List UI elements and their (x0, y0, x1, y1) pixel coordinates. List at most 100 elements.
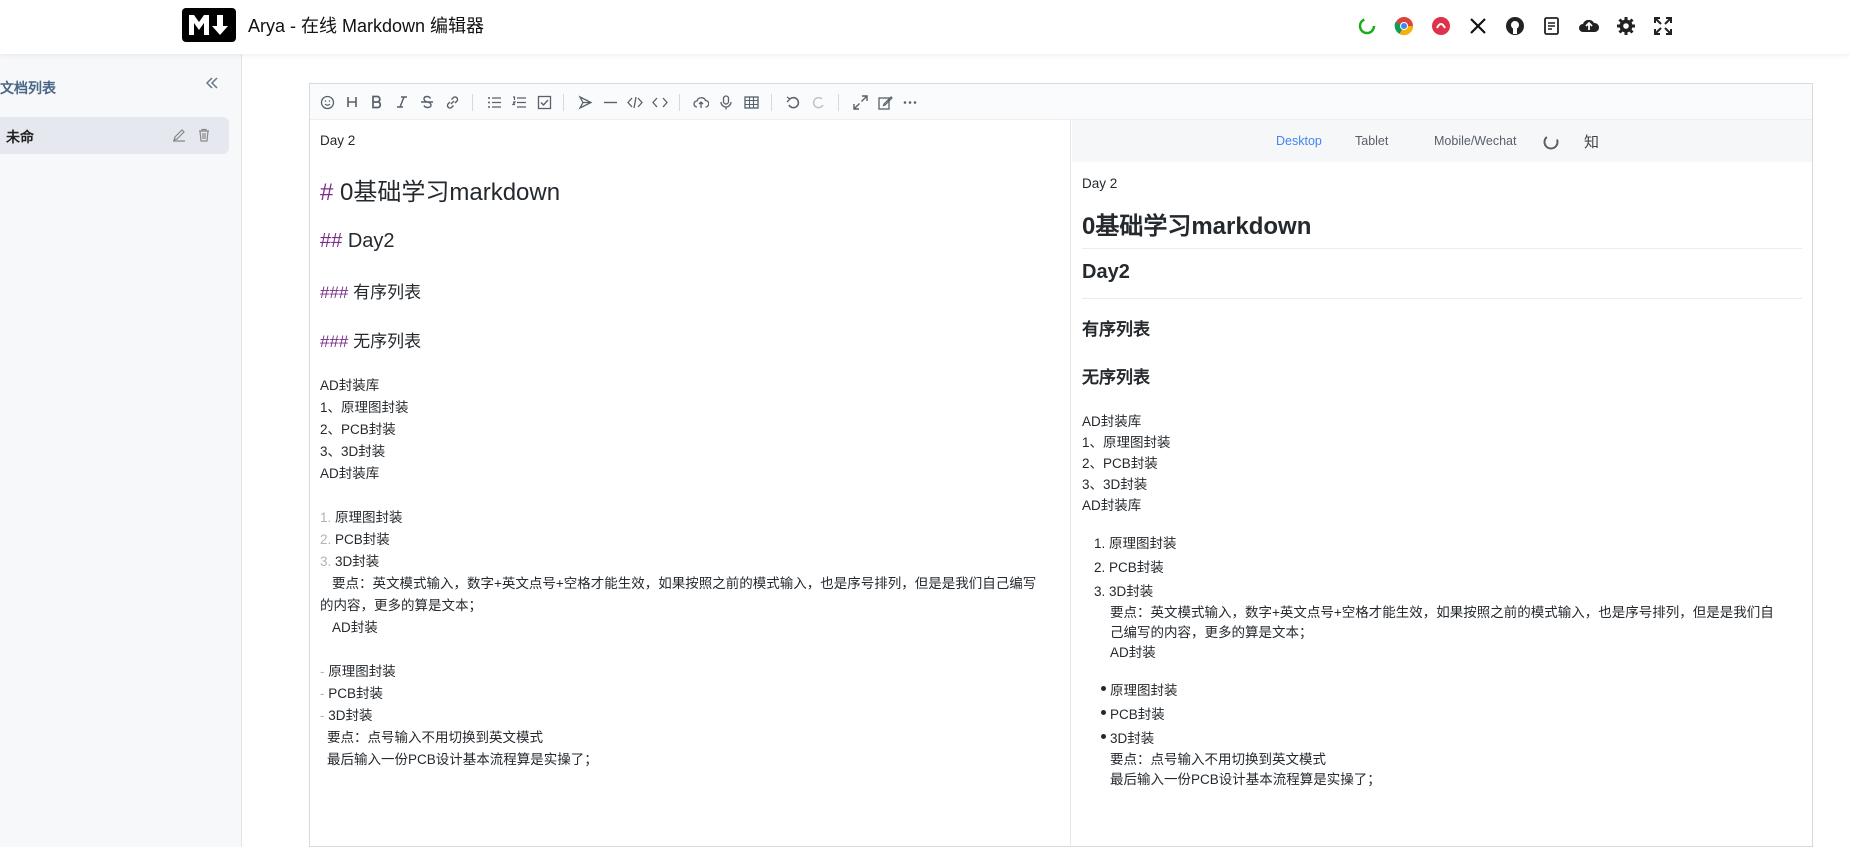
source-day-line: Day 2 (320, 133, 356, 148)
doc-list-item[interactable]: 未命 (0, 117, 229, 154)
md-hash: ### (320, 332, 349, 351)
source-note-line: AD封装 (332, 620, 378, 635)
lucky-icon[interactable] (1429, 14, 1453, 38)
sidebar-title: 文档列表 (0, 81, 56, 97)
header-icons (1355, 14, 1675, 38)
preview-note-line: 最后输入一份PCB设计基本流程算是实操了； (1110, 772, 1381, 787)
sync-icon[interactable] (1355, 14, 1379, 38)
preview-line: AD封装库 (1082, 414, 1142, 429)
ol-number: 1. (320, 510, 332, 525)
notes-icon[interactable] (1540, 14, 1564, 38)
preview-line: 2、PCB封装 (1082, 456, 1158, 471)
source-ol-line: 1. 原理图封装 (320, 506, 403, 526)
table-icon[interactable] (742, 93, 760, 111)
emoji-icon[interactable] (318, 93, 336, 111)
source-h1-text: 0基础学习markdown (340, 179, 561, 206)
more-icon[interactable] (901, 93, 919, 111)
source-line: AD封装库 (320, 378, 380, 393)
source-ul-line: - PCB封装 (320, 682, 383, 702)
link-icon[interactable] (443, 93, 461, 111)
sync-scroll-icon[interactable] (1542, 133, 1560, 156)
app-title: Arya - 在线 Markdown 编辑器 (248, 16, 485, 36)
upload-icon[interactable] (692, 93, 710, 111)
md-hash: ## (320, 230, 343, 252)
task-list-icon[interactable] (535, 93, 553, 111)
ol-number: 3. (320, 554, 332, 569)
mode-mobile-wechat[interactable]: Mobile/Wechat (1434, 134, 1516, 148)
delete-icon[interactable] (197, 127, 211, 146)
source-h3-text: 无序列表 (353, 332, 422, 351)
mode-tablet[interactable]: Tablet (1355, 134, 1388, 148)
source-note-line: 要点：点号输入不用切换到英文模式 (327, 730, 543, 745)
undo-icon[interactable] (784, 93, 802, 111)
ol-text: 原理图封装 (335, 510, 403, 525)
heading-icon[interactable] (343, 93, 361, 111)
source-note-line: 的内容，更多的算是文本； (320, 598, 482, 613)
source-h2-line: ## Day2 (320, 230, 395, 253)
source-line: 2、PCB封装 (320, 422, 396, 437)
fullscreen-icon[interactable] (1651, 14, 1675, 38)
preview-note-line: AD封装 (1110, 645, 1156, 660)
edit-mode-icon[interactable] (876, 93, 894, 111)
settings-icon[interactable] (1614, 14, 1638, 38)
redo-icon[interactable] (809, 93, 827, 111)
source-h3-line: ### 无序列表 (320, 327, 421, 352)
sidebar: 文档列表 未命 (0, 54, 242, 847)
preview-mode-bar: Desktop Tablet Mobile/Wechat 知 (1072, 120, 1812, 162)
ul-marker: - (320, 664, 325, 679)
source-ul-line: - 原理图封装 (320, 660, 396, 680)
code-icon[interactable] (626, 93, 644, 111)
x-icon[interactable] (1466, 14, 1490, 38)
ul-bullet (1101, 710, 1106, 715)
markdown-editor: Day 2 # 0基础学习markdown ## Day2 ### 有序列表 #… (309, 83, 1813, 847)
cloud-upload-icon[interactable] (1577, 14, 1601, 38)
ul-marker: - (320, 708, 325, 723)
mode-desktop[interactable]: Desktop (1276, 134, 1322, 148)
markdown-source-pane[interactable]: Day 2 # 0基础学习markdown ## Day2 ### 有序列表 #… (310, 120, 1071, 847)
preview-ul-item: 3D封装 (1110, 731, 1155, 746)
preview-line: 1、原理图封装 (1082, 435, 1171, 450)
source-h2-text: Day2 (347, 230, 395, 252)
app-header: Arya - 在线 Markdown 编辑器 (0, 0, 1850, 54)
bold-icon[interactable] (368, 93, 386, 111)
strikethrough-icon[interactable] (418, 93, 436, 111)
source-note-line: 要点：英文模式输入，数字+英文点号+空格才能生效，如果按照之前的模式输入，也是序… (332, 576, 1037, 591)
preview-note-line: 己编写的内容，更多的算是文本； (1110, 625, 1313, 640)
doc-name: 未命 (6, 130, 34, 146)
fullscreen-editor-icon[interactable] (851, 93, 869, 111)
source-h3-line: ### 有序列表 (320, 278, 421, 303)
ul-text: 3D封装 (328, 708, 373, 723)
ul-text: PCB封装 (328, 686, 384, 701)
preview-ol-item: 3. 3D封装 (1094, 584, 1154, 599)
italic-icon[interactable] (393, 93, 411, 111)
edit-icon[interactable] (172, 127, 186, 146)
md-hash: ### (320, 283, 349, 302)
markdown-logo (182, 8, 236, 42)
preview-ul-item: PCB封装 (1110, 707, 1165, 722)
h1-underline (1082, 248, 1802, 249)
ol-number: 2. (320, 532, 332, 547)
ordered-list-icon[interactable] (510, 93, 528, 111)
preview-h3: 有序列表 (1082, 320, 1150, 339)
editor-toolbar (310, 84, 1812, 120)
record-icon[interactable] (717, 93, 735, 111)
github-icon[interactable] (1503, 14, 1527, 38)
inline-code-icon[interactable] (651, 93, 669, 111)
ol-text: PCB封装 (335, 532, 390, 547)
horizontal-rule-icon[interactable] (601, 93, 619, 111)
source-ol-line: 3. 3D封装 (320, 550, 379, 570)
source-h1-line: # 0基础学习markdown (320, 172, 560, 207)
ul-text: 原理图封装 (328, 664, 396, 679)
chrome-icon[interactable] (1392, 14, 1416, 38)
collapse-sidebar-icon[interactable] (205, 76, 219, 94)
unordered-list-icon[interactable] (485, 93, 503, 111)
ul-bullet (1101, 686, 1106, 691)
ol-text: 3D封装 (335, 554, 380, 569)
ul-marker: - (320, 686, 325, 701)
preview-ol-item: 1. 原理图封装 (1094, 536, 1177, 551)
quote-icon[interactable] (576, 93, 594, 111)
source-h3-text: 有序列表 (353, 283, 422, 302)
zhihu-icon[interactable]: 知 (1584, 131, 1599, 152)
source-note-line: 最后输入一份PCB设计基本流程算是实操了； (327, 752, 598, 767)
source-line: 3、3D封装 (320, 444, 386, 459)
